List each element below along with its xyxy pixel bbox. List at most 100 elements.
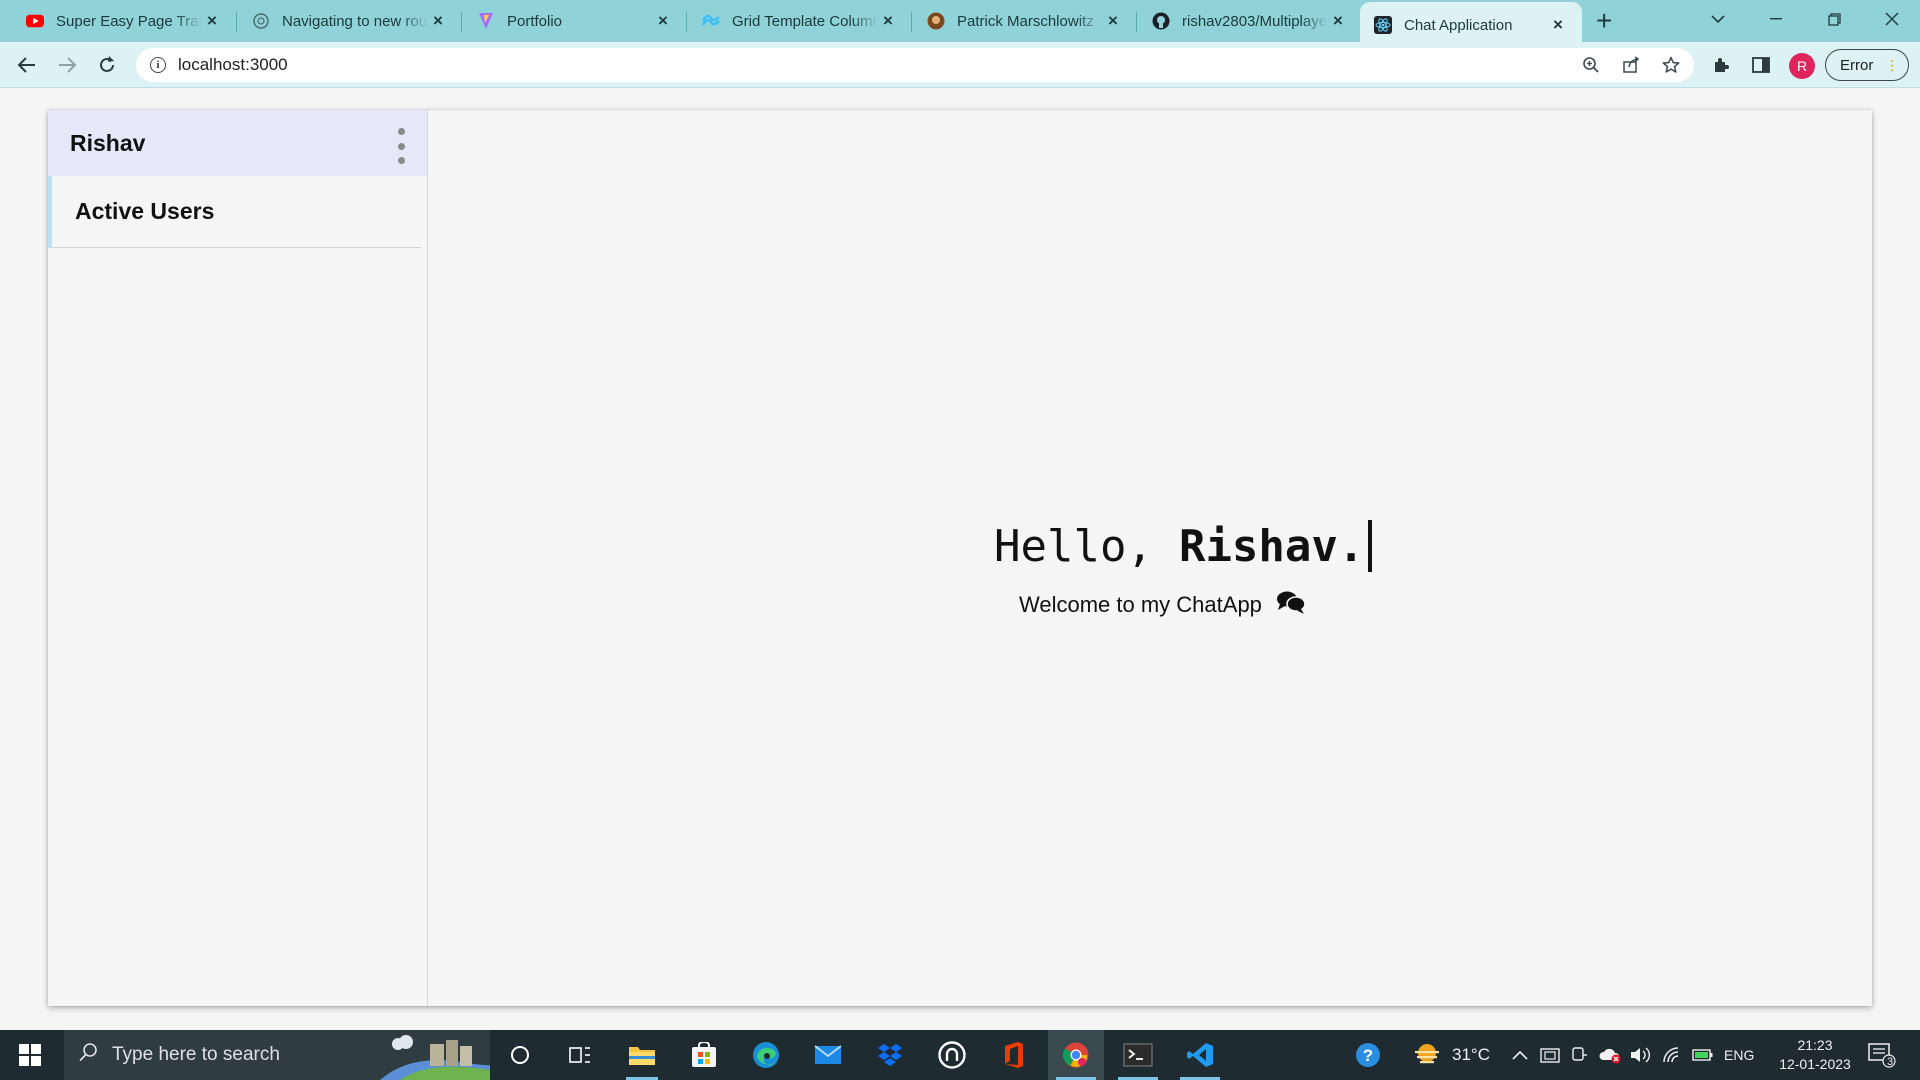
github-desktop-icon[interactable] (924, 1030, 980, 1080)
wifi-icon[interactable] (1662, 1030, 1684, 1080)
search-highlight-image (380, 1030, 490, 1080)
current-username: Rishav (70, 129, 146, 156)
windows-taskbar: Type here to search ? 31°C ENG 21:23 12-… (0, 1030, 1920, 1080)
error-button[interactable]: Error ⋮ (1825, 49, 1909, 81)
language-indicator[interactable]: ENG (1724, 1030, 1754, 1080)
device-icon[interactable] (1570, 1030, 1588, 1080)
vscode-icon[interactable] (1172, 1030, 1228, 1080)
chevron-up-icon (1512, 1050, 1528, 1060)
close-window-button[interactable] (1864, 0, 1920, 38)
search-icon (78, 1042, 98, 1068)
windows-start-icon[interactable] (2, 1030, 58, 1080)
close-icon[interactable]: × (202, 11, 222, 31)
search-placeholder: Type here to search (112, 1044, 280, 1065)
browser-tab-title: rishav2803/Multiplayer (1182, 12, 1328, 30)
site-info-icon[interactable]: i (150, 57, 166, 73)
browser-tab[interactable]: Super Easy Page Transitions × (0, 0, 236, 42)
svg-text:?: ? (1363, 1046, 1373, 1065)
welcome-text: Welcome to my ChatApp (1019, 592, 1262, 617)
chat-app-container: Rishav Active Users Hello, Rishav. Welco… (48, 110, 1872, 1006)
active-users-tab[interactable]: Active Users (48, 176, 421, 248)
browser-tab[interactable]: rishav2803/Multiplayer × (1126, 0, 1362, 42)
language-label: ENG (1724, 1047, 1755, 1063)
browser-tab[interactable]: Navigating to new routes × (226, 0, 462, 42)
dropbox-icon[interactable] (862, 1030, 918, 1080)
error-button-label: Error (1840, 56, 1874, 74)
help-icon[interactable]: ? (1340, 1030, 1396, 1080)
typing-cursor (1368, 520, 1373, 572)
browser-toolbar: i localhost:3000 R Error ⋮ (0, 42, 1920, 88)
active-users-label: Active Users (75, 198, 215, 224)
browser-tab-title: Navigating to new routes (282, 12, 428, 30)
share-icon[interactable] (1615, 48, 1647, 82)
system-clock[interactable]: 21:23 12-01-2023 (1770, 1036, 1860, 1074)
welcome-message: Welcome to my ChatApp (1019, 590, 1306, 620)
onedrive-error-icon[interactable] (1598, 1030, 1622, 1080)
browser-tab[interactable]: Grid Template Columns × (676, 0, 912, 42)
clock-date: 12-01-2023 (1779, 1056, 1851, 1072)
volume-icon[interactable] (1630, 1030, 1652, 1080)
reload-button[interactable] (90, 48, 124, 82)
close-icon[interactable]: × (1328, 11, 1348, 31)
file-explorer-icon[interactable] (614, 1030, 670, 1080)
globe-icon (252, 12, 270, 30)
battery-icon[interactable] (1692, 1030, 1714, 1080)
browser-tab[interactable]: Patrick Marschlowitz × (901, 0, 1137, 42)
address-bar[interactable]: i localhost:3000 (136, 48, 1694, 82)
browser-tab-title: Grid Template Columns (732, 12, 878, 30)
react-icon (1374, 16, 1392, 34)
microsoft-store-icon[interactable] (676, 1030, 732, 1080)
forward-button[interactable] (50, 48, 84, 82)
greeting-heading: Hello, Rishav. (994, 520, 1373, 572)
browser-tab[interactable]: Portfolio × (451, 0, 687, 42)
notifications-icon[interactable]: 3 (1868, 1030, 1896, 1080)
chrome-icon[interactable] (1048, 1030, 1104, 1080)
clock-time: 21:23 (1797, 1037, 1833, 1053)
sidebar-header: Rishav (48, 110, 427, 176)
browser-tab-title: Chat Application (1404, 16, 1513, 34)
mail-icon[interactable] (800, 1030, 856, 1080)
sidebar: Rishav Active Users (48, 110, 428, 1006)
taskbar-search-box[interactable]: Type here to search (64, 1030, 490, 1080)
zoom-icon[interactable] (1575, 48, 1607, 82)
tailwind-icon (702, 12, 720, 30)
close-icon[interactable]: × (653, 11, 673, 31)
close-icon[interactable]: × (1103, 11, 1123, 31)
show-hidden-icons[interactable] (1512, 1030, 1528, 1080)
url-text: localhost:3000 (178, 55, 288, 74)
greeting-name: Rishav. (1178, 520, 1365, 572)
greeting-prefix: Hello, (994, 520, 1153, 572)
close-icon[interactable]: × (428, 11, 448, 31)
chat-bubbles-icon (1276, 590, 1306, 620)
extensions-icon[interactable] (1705, 48, 1737, 82)
edge-browser-icon[interactable] (738, 1030, 794, 1080)
browser-tab-title: Portfolio (507, 12, 563, 30)
github-icon (1152, 12, 1170, 30)
profile-avatar[interactable]: R (1789, 53, 1815, 79)
close-icon[interactable]: × (878, 11, 898, 31)
minimize-button[interactable] (1748, 0, 1804, 38)
kebab-menu-icon[interactable] (395, 128, 407, 164)
side-panel-icon[interactable] (1745, 48, 1777, 82)
bookmark-star-icon[interactable] (1655, 48, 1687, 82)
sun-haze-icon (1415, 1044, 1439, 1064)
browser-tab-title: Patrick Marschlowitz (957, 12, 1094, 30)
office-icon[interactable] (986, 1030, 1042, 1080)
meet-now-icon[interactable] (1540, 1030, 1562, 1080)
tab-search-icon[interactable] (1690, 0, 1746, 38)
youtube-icon (26, 12, 44, 30)
weather-temp: 31°C (1452, 1045, 1490, 1064)
close-icon[interactable]: × (1548, 15, 1568, 35)
cortana-icon[interactable] (492, 1030, 548, 1080)
restore-button[interactable] (1806, 0, 1862, 38)
terminal-icon[interactable] (1110, 1030, 1166, 1080)
chat-main-panel: Hello, Rishav. Welcome to my ChatApp (429, 110, 1872, 1006)
back-button[interactable] (10, 48, 44, 82)
weather-widget[interactable]: 31°C (1412, 1030, 1490, 1080)
vite-icon (477, 12, 495, 30)
more-options-icon: ⋮ (1885, 56, 1899, 73)
browser-tab-strip: Super Easy Page Transitions × Navigating… (0, 0, 1920, 48)
new-tab-button[interactable]: + (1596, 7, 1612, 35)
notification-count: 3 (1886, 1056, 1894, 1068)
task-view-icon[interactable] (552, 1030, 608, 1080)
